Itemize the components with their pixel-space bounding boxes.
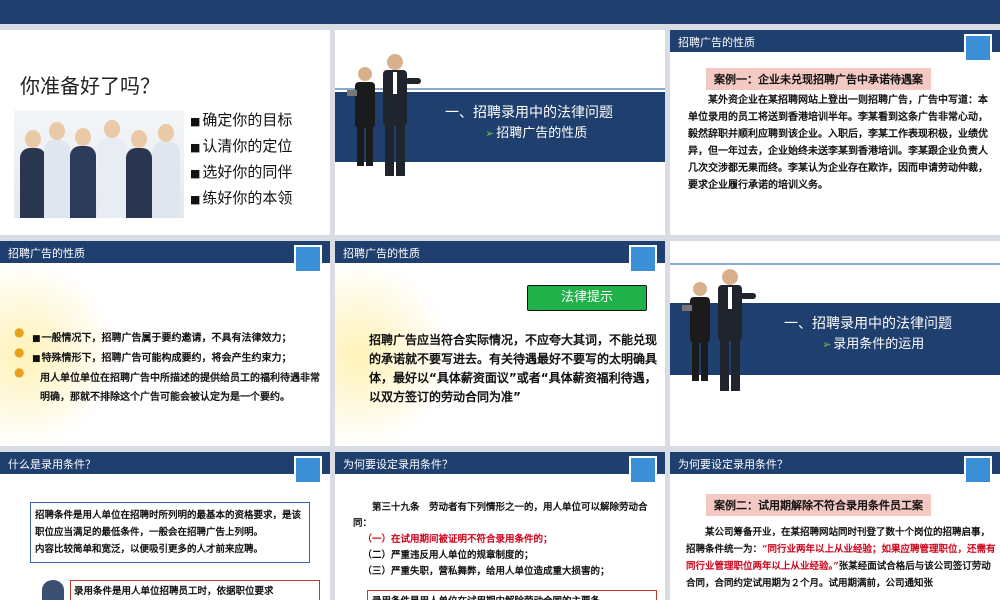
section-subheading: 录用条件的运用 <box>822 333 924 352</box>
slide-title: 你准备好了吗？ <box>20 74 160 98</box>
list-item: 选好你的同伴 <box>190 160 292 186</box>
slide-header: 招聘广告的性质 <box>670 30 1000 52</box>
corner-square-icon <box>964 456 992 484</box>
slide-thumbnail-4[interactable]: 招聘广告的性质 ● ● ● 一般情况下，招聘广告属于要约邀请，不具有法律效力； … <box>0 241 330 446</box>
slide-thumbnail-9[interactable]: 为何要设定录用条件？ 案例二：试用期解除不符合录用条件员工案 某公司筹备开业，在… <box>670 452 1000 600</box>
person-figure <box>98 120 126 218</box>
goal-list: 确定你的目标 认清你的定位 选好你的同伴 练好你的本领 <box>190 108 292 212</box>
legal-tip-text: 招聘广告应当符合实际情况，不应夸大其词，不能兑现的承诺就不要写进去。有关待遇最好… <box>369 333 658 404</box>
corner-square-icon <box>964 34 992 62</box>
top-banner <box>0 0 1000 24</box>
list-item: 认清你的定位 <box>190 134 292 160</box>
slide-header: 什么是录用条件？ <box>0 452 330 474</box>
law-item: （二）严重违反用人单位的规章制度的； <box>362 550 534 561</box>
bullet-text: 特殊情形下，招聘广告可能构成要约，将会产生约束力； <box>32 349 322 369</box>
dot-icon: ● <box>14 365 25 379</box>
slide-thumbnail-5[interactable]: 招聘广告的性质 法律提示 招聘广告应当符合实际情况，不应夸大其词，不能兑现的承诺… <box>335 241 665 446</box>
corner-square-icon <box>294 245 322 273</box>
definition-box: 招聘条件是用人单位在招聘时所列明的最基本的资格要求，是该职位应当满足的最低条件，… <box>30 502 310 563</box>
law-article: 第三十九条 劳动者有下列情形之一的，用人单位可以解除劳动合同： （一）在试用期间… <box>353 500 659 580</box>
team-photo <box>14 110 184 218</box>
corner-square-icon <box>629 245 657 273</box>
business-people-image <box>347 54 421 176</box>
person-figure <box>70 128 96 218</box>
section-heading: 一、招聘录用中的法律问题 <box>445 105 613 121</box>
slide-thumbnail-7[interactable]: 什么是录用条件？ 招聘条件是用人单位在招聘时所列明的最基本的资格要求，是该职位应… <box>0 452 330 600</box>
slide-header: 招聘广告的性质 <box>335 241 665 263</box>
header-title: 招聘广告的性质 <box>343 247 420 260</box>
corner-square-icon <box>294 456 322 484</box>
slide-header: 为何要设定录用条件？ <box>335 452 665 474</box>
section-subheading: 招聘广告的性质 <box>485 122 587 141</box>
dot-icon: ● <box>14 345 25 359</box>
dot-icon: ● <box>14 325 25 339</box>
bullet-text: 一般情况下，招聘广告属于要约邀请，不具有法律效力； <box>32 329 322 349</box>
bullet-text: 用人单位单位在招聘广告中所描述的提供给员工的福利待遇非常明确，那就不排除这个广告… <box>40 373 320 403</box>
slide-header: 招聘广告的性质 <box>0 241 330 263</box>
person-figure <box>152 124 180 218</box>
slide-thumbnail-3[interactable]: 招聘广告的性质 案例一：企业未兑现招聘广告中承诺待遇案 某外资企业在某招聘网站上… <box>670 30 1000 235</box>
header-title: 招聘广告的性质 <box>8 247 85 260</box>
section-heading: 一、招聘录用中的法律问题 <box>784 316 952 332</box>
case-title: 案例一：企业未兑现招聘广告中承诺待遇案 <box>706 68 931 90</box>
case-body: 某公司筹备开业，在某招聘网站同时刊登了数十个岗位的招聘启事，招聘条件统一为：“同… <box>686 524 996 592</box>
header-title: 为何要设定录用条件？ <box>343 458 453 471</box>
list-item: 练好你的本领 <box>190 186 292 212</box>
definition-box: 录用条件是用人单位招聘员工时，依据职位要求 <box>70 580 320 600</box>
law-item: （三）严重失职，营私舞弊，给用人单位造成重大损害的； <box>362 566 610 577</box>
header-title: 什么是录用条件？ <box>8 458 96 471</box>
person-figure <box>20 130 46 218</box>
definition-text: 内容比较简单和宽泛，以便吸引更多的人才前来应聘。 <box>35 544 264 555</box>
list-item: 确定你的目标 <box>190 108 292 134</box>
case-title: 案例二：试用期解除不符合录用条件员工案 <box>706 494 931 516</box>
business-people-image <box>682 269 756 391</box>
slide-thumbnail-1[interactable]: 你准备好了吗？ 确定你的目标 认清你的定位 选好你的同伴 练好你的本领 <box>0 30 330 235</box>
slide-thumbnail-8[interactable]: 为何要设定录用条件？ 第三十九条 劳动者有下列情形之一的，用人单位可以解除劳动合… <box>335 452 665 600</box>
slide-thumbnail-6[interactable]: 一、招聘录用中的法律问题 录用条件的运用 <box>670 241 1000 446</box>
header-title: 为何要设定录用条件？ <box>678 458 788 471</box>
content-block: 一般情况下，招聘广告属于要约邀请，不具有法律效力； 特殊情形下，招聘广告可能构成… <box>32 329 322 407</box>
law-intro: 第三十九条 劳动者有下列情形之一的，用人单位可以解除劳动合同： <box>353 502 648 529</box>
person-figure <box>44 122 70 218</box>
note-box: 录用条件是用人单位在试用期内解除劳动合同的主要条 <box>367 590 657 600</box>
person-figure <box>126 130 152 218</box>
law-item: （一）在试用期间被证明不符合录用条件的； <box>362 534 553 545</box>
case-body: 某外资企业在某招聘网站上登出一则招聘广告，广告中写道：本单位录用的员工将送到香港… <box>688 95 988 191</box>
corner-square-icon <box>629 456 657 484</box>
person-icon <box>42 580 64 600</box>
legal-tip-button[interactable]: 法律提示 <box>527 285 647 311</box>
header-title: 招聘广告的性质 <box>678 36 755 49</box>
slide-header: 为何要设定录用条件？ <box>670 452 1000 474</box>
slide-thumbnail-2[interactable]: 一、招聘录用中的法律问题 招聘广告的性质 <box>335 30 665 235</box>
definition-text: 招聘条件是用人单位在招聘时所列明的最基本的资格要求，是该职位应当满足的最低条件，… <box>35 510 302 538</box>
